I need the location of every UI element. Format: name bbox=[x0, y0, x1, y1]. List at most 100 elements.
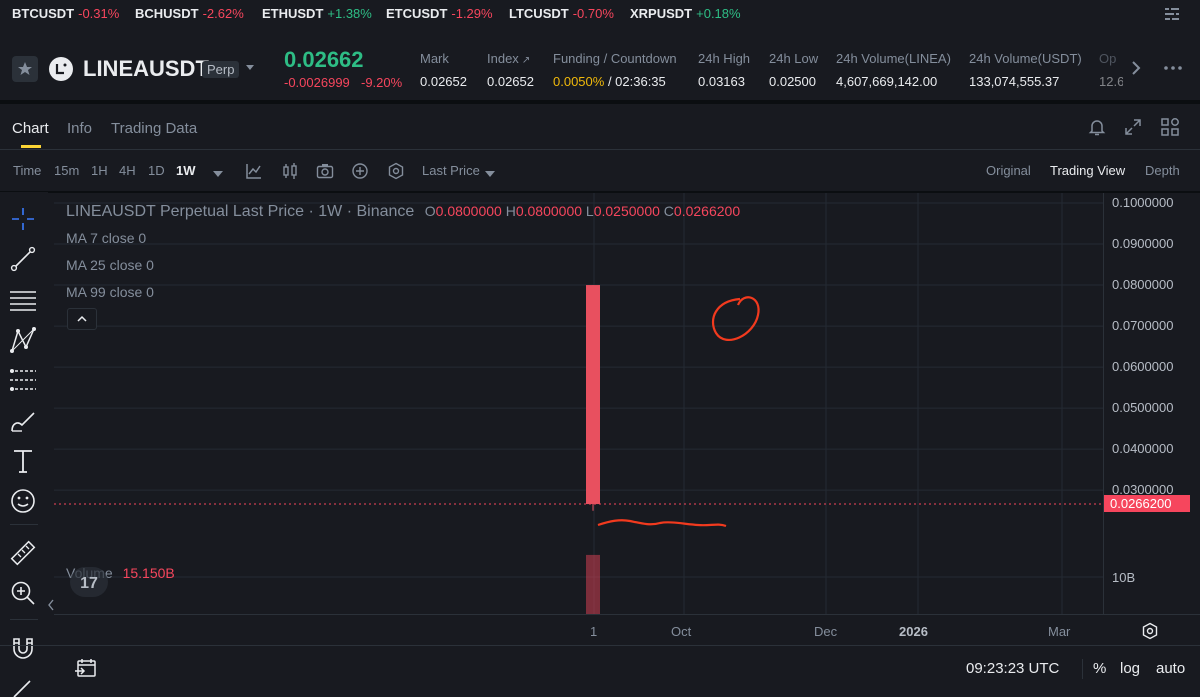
legend-c-label: C bbox=[663, 203, 674, 219]
legend-ma99[interactable]: MA 99 close 0 bbox=[66, 284, 154, 300]
interval-1h[interactable]: 1H bbox=[91, 163, 108, 178]
ticker-item[interactable]: BCHUSDT -2.62% bbox=[135, 6, 244, 21]
tab-chart[interactable]: Chart bbox=[12, 120, 49, 137]
favorite-star-icon[interactable] bbox=[12, 56, 38, 82]
view-depth[interactable]: Depth bbox=[1145, 163, 1180, 178]
horizontal-lines-icon[interactable] bbox=[8, 284, 38, 314]
brush-icon[interactable] bbox=[8, 405, 38, 435]
price-change-abs: -0.0026999 bbox=[284, 75, 350, 90]
tradingview-logo-icon: 17 bbox=[70, 567, 108, 597]
stat-value-volume-usdt: 133,074,555.37 bbox=[969, 74, 1060, 89]
view-trading-view[interactable]: Trading View bbox=[1050, 163, 1125, 178]
collapse-legend-button[interactable] bbox=[67, 308, 97, 330]
zoom-in-icon[interactable] bbox=[8, 578, 38, 608]
auto-scale-toggle[interactable]: auto bbox=[1156, 660, 1185, 677]
legend-o-label: O bbox=[424, 203, 436, 219]
ticker-item[interactable]: BTCUSDT -0.31% bbox=[12, 6, 119, 21]
ticker-change: +1.38% bbox=[327, 6, 372, 21]
symbol-name[interactable]: LINEAUSDT bbox=[83, 56, 209, 82]
add-circle-icon[interactable] bbox=[351, 162, 369, 180]
legend-l-label: L bbox=[585, 203, 594, 219]
ticker-item[interactable]: LTCUSDT -0.70% bbox=[509, 6, 614, 21]
interval-4h[interactable]: 4H bbox=[119, 163, 136, 178]
divider bbox=[0, 100, 1200, 104]
ticker-symbol: ETHUSDT bbox=[262, 6, 324, 21]
candle-body bbox=[586, 285, 600, 505]
contract-type-badge: Perp bbox=[202, 61, 240, 78]
ticker-item[interactable]: ETCUSDT -1.29% bbox=[386, 6, 493, 21]
stat-value-24h-high: 0.03163 bbox=[698, 74, 745, 89]
price-type-select[interactable]: Last Price bbox=[422, 163, 480, 178]
ticker-item[interactable]: XRPUSDT +0.18% bbox=[630, 6, 741, 21]
chevron-down-icon[interactable] bbox=[212, 166, 224, 177]
goto-date-icon[interactable] bbox=[74, 656, 98, 680]
trend-line-icon[interactable] bbox=[8, 244, 38, 274]
divider bbox=[0, 645, 1200, 646]
annotation-circle bbox=[711, 296, 760, 341]
stat-label-volume-linea: 24h Volume(LINEA) bbox=[836, 51, 951, 66]
chart-clock[interactable]: 09:23:23 UTC bbox=[966, 660, 1059, 677]
interval-15m[interactable]: 15m bbox=[54, 163, 79, 178]
camera-icon[interactable] bbox=[316, 162, 334, 180]
stat-value-24h-low: 0.02500 bbox=[769, 74, 816, 89]
bell-icon[interactable] bbox=[1088, 117, 1106, 137]
expand-icon[interactable] bbox=[1124, 118, 1142, 136]
axis-settings-icon[interactable] bbox=[1141, 622, 1159, 640]
stat-label-24h-low: 24h Low bbox=[769, 51, 819, 66]
ticker-change: +0.18% bbox=[696, 6, 741, 21]
legend-ohlc: O0.0800000 H0.0800000 L0.0250000 C0.0266… bbox=[425, 203, 740, 219]
chart-area[interactable] bbox=[54, 193, 1104, 615]
emoji-icon[interactable] bbox=[8, 486, 38, 516]
last-price: 0.02662 bbox=[284, 47, 364, 72]
legend-open: 0.0800000 bbox=[435, 203, 502, 219]
divider bbox=[10, 524, 38, 525]
log-scale-toggle[interactable]: log bbox=[1120, 660, 1140, 677]
chevron-down-icon[interactable] bbox=[484, 166, 496, 177]
more-horizontal-icon[interactable] bbox=[1163, 60, 1183, 76]
pencil-lock-icon[interactable] bbox=[8, 673, 38, 697]
svg-text:17: 17 bbox=[80, 575, 98, 592]
legend-close: 0.0266200 bbox=[673, 203, 741, 219]
price-tick-label: 0.0400000 bbox=[1112, 441, 1174, 457]
price-tick-label: 0.0900000 bbox=[1112, 236, 1174, 252]
ticker-change: -2.62% bbox=[202, 6, 244, 21]
chevron-right-icon[interactable] bbox=[1126, 58, 1146, 78]
candle-type-icon[interactable] bbox=[281, 162, 299, 180]
ticker-symbol: BCHUSDT bbox=[135, 6, 199, 21]
stat-value-funding: 0.0050% / 02:36:35 bbox=[553, 74, 666, 89]
chart-bottom-bar: 09:23:23 UTC % log auto bbox=[54, 648, 1200, 690]
ruler-icon[interactable] bbox=[8, 538, 38, 568]
ticker-symbol: XRPUSDT bbox=[630, 6, 693, 21]
tab-info[interactable]: Info bbox=[67, 120, 92, 137]
chevron-down-icon[interactable] bbox=[244, 60, 256, 72]
ticker-symbol: ETCUSDT bbox=[386, 6, 448, 21]
view-original[interactable]: Original bbox=[986, 163, 1031, 178]
price-axis[interactable]: 0.1000000 0.0900000 0.0800000 0.0700000 0.06… bbox=[1104, 193, 1200, 615]
legend-ma7[interactable]: MA 7 close 0 bbox=[66, 230, 146, 246]
text-tool-icon[interactable] bbox=[8, 446, 38, 476]
time-label[interactable]: Time bbox=[13, 163, 41, 178]
candlestick-chart[interactable] bbox=[54, 193, 1104, 615]
price-tick-label: 0.0600000 bbox=[1112, 359, 1174, 375]
fib-retracement-icon[interactable] bbox=[8, 365, 38, 395]
magnet-icon[interactable] bbox=[8, 633, 38, 663]
time-tick-label: 1 bbox=[590, 624, 598, 639]
price-change-pct: -9.20% bbox=[361, 75, 403, 90]
ticker-item[interactable]: ETHUSDT +1.38% bbox=[262, 6, 372, 21]
chevron-up-icon bbox=[77, 315, 87, 322]
indicators-icon[interactable] bbox=[245, 162, 263, 180]
layout-grid-icon[interactable] bbox=[1160, 117, 1180, 137]
settings-hexagon-icon[interactable] bbox=[387, 162, 405, 180]
interval-1w[interactable]: 1W bbox=[176, 163, 196, 178]
interval-1d[interactable]: 1D bbox=[148, 163, 165, 178]
volume-value: 15.150B bbox=[122, 565, 175, 581]
ticker-symbol: LTCUSDT bbox=[509, 6, 569, 21]
ticker-settings-icon[interactable] bbox=[1164, 6, 1180, 22]
stat-label-index[interactable]: Index ↗ bbox=[487, 51, 530, 66]
percent-scale-toggle[interactable]: % bbox=[1093, 660, 1106, 677]
legend-ma25[interactable]: MA 25 close 0 bbox=[66, 257, 154, 273]
tab-trading-data[interactable]: Trading Data bbox=[111, 120, 197, 137]
active-tab-indicator bbox=[21, 145, 41, 148]
crosshair-icon[interactable] bbox=[8, 204, 38, 234]
pattern-icon[interactable] bbox=[8, 325, 38, 355]
